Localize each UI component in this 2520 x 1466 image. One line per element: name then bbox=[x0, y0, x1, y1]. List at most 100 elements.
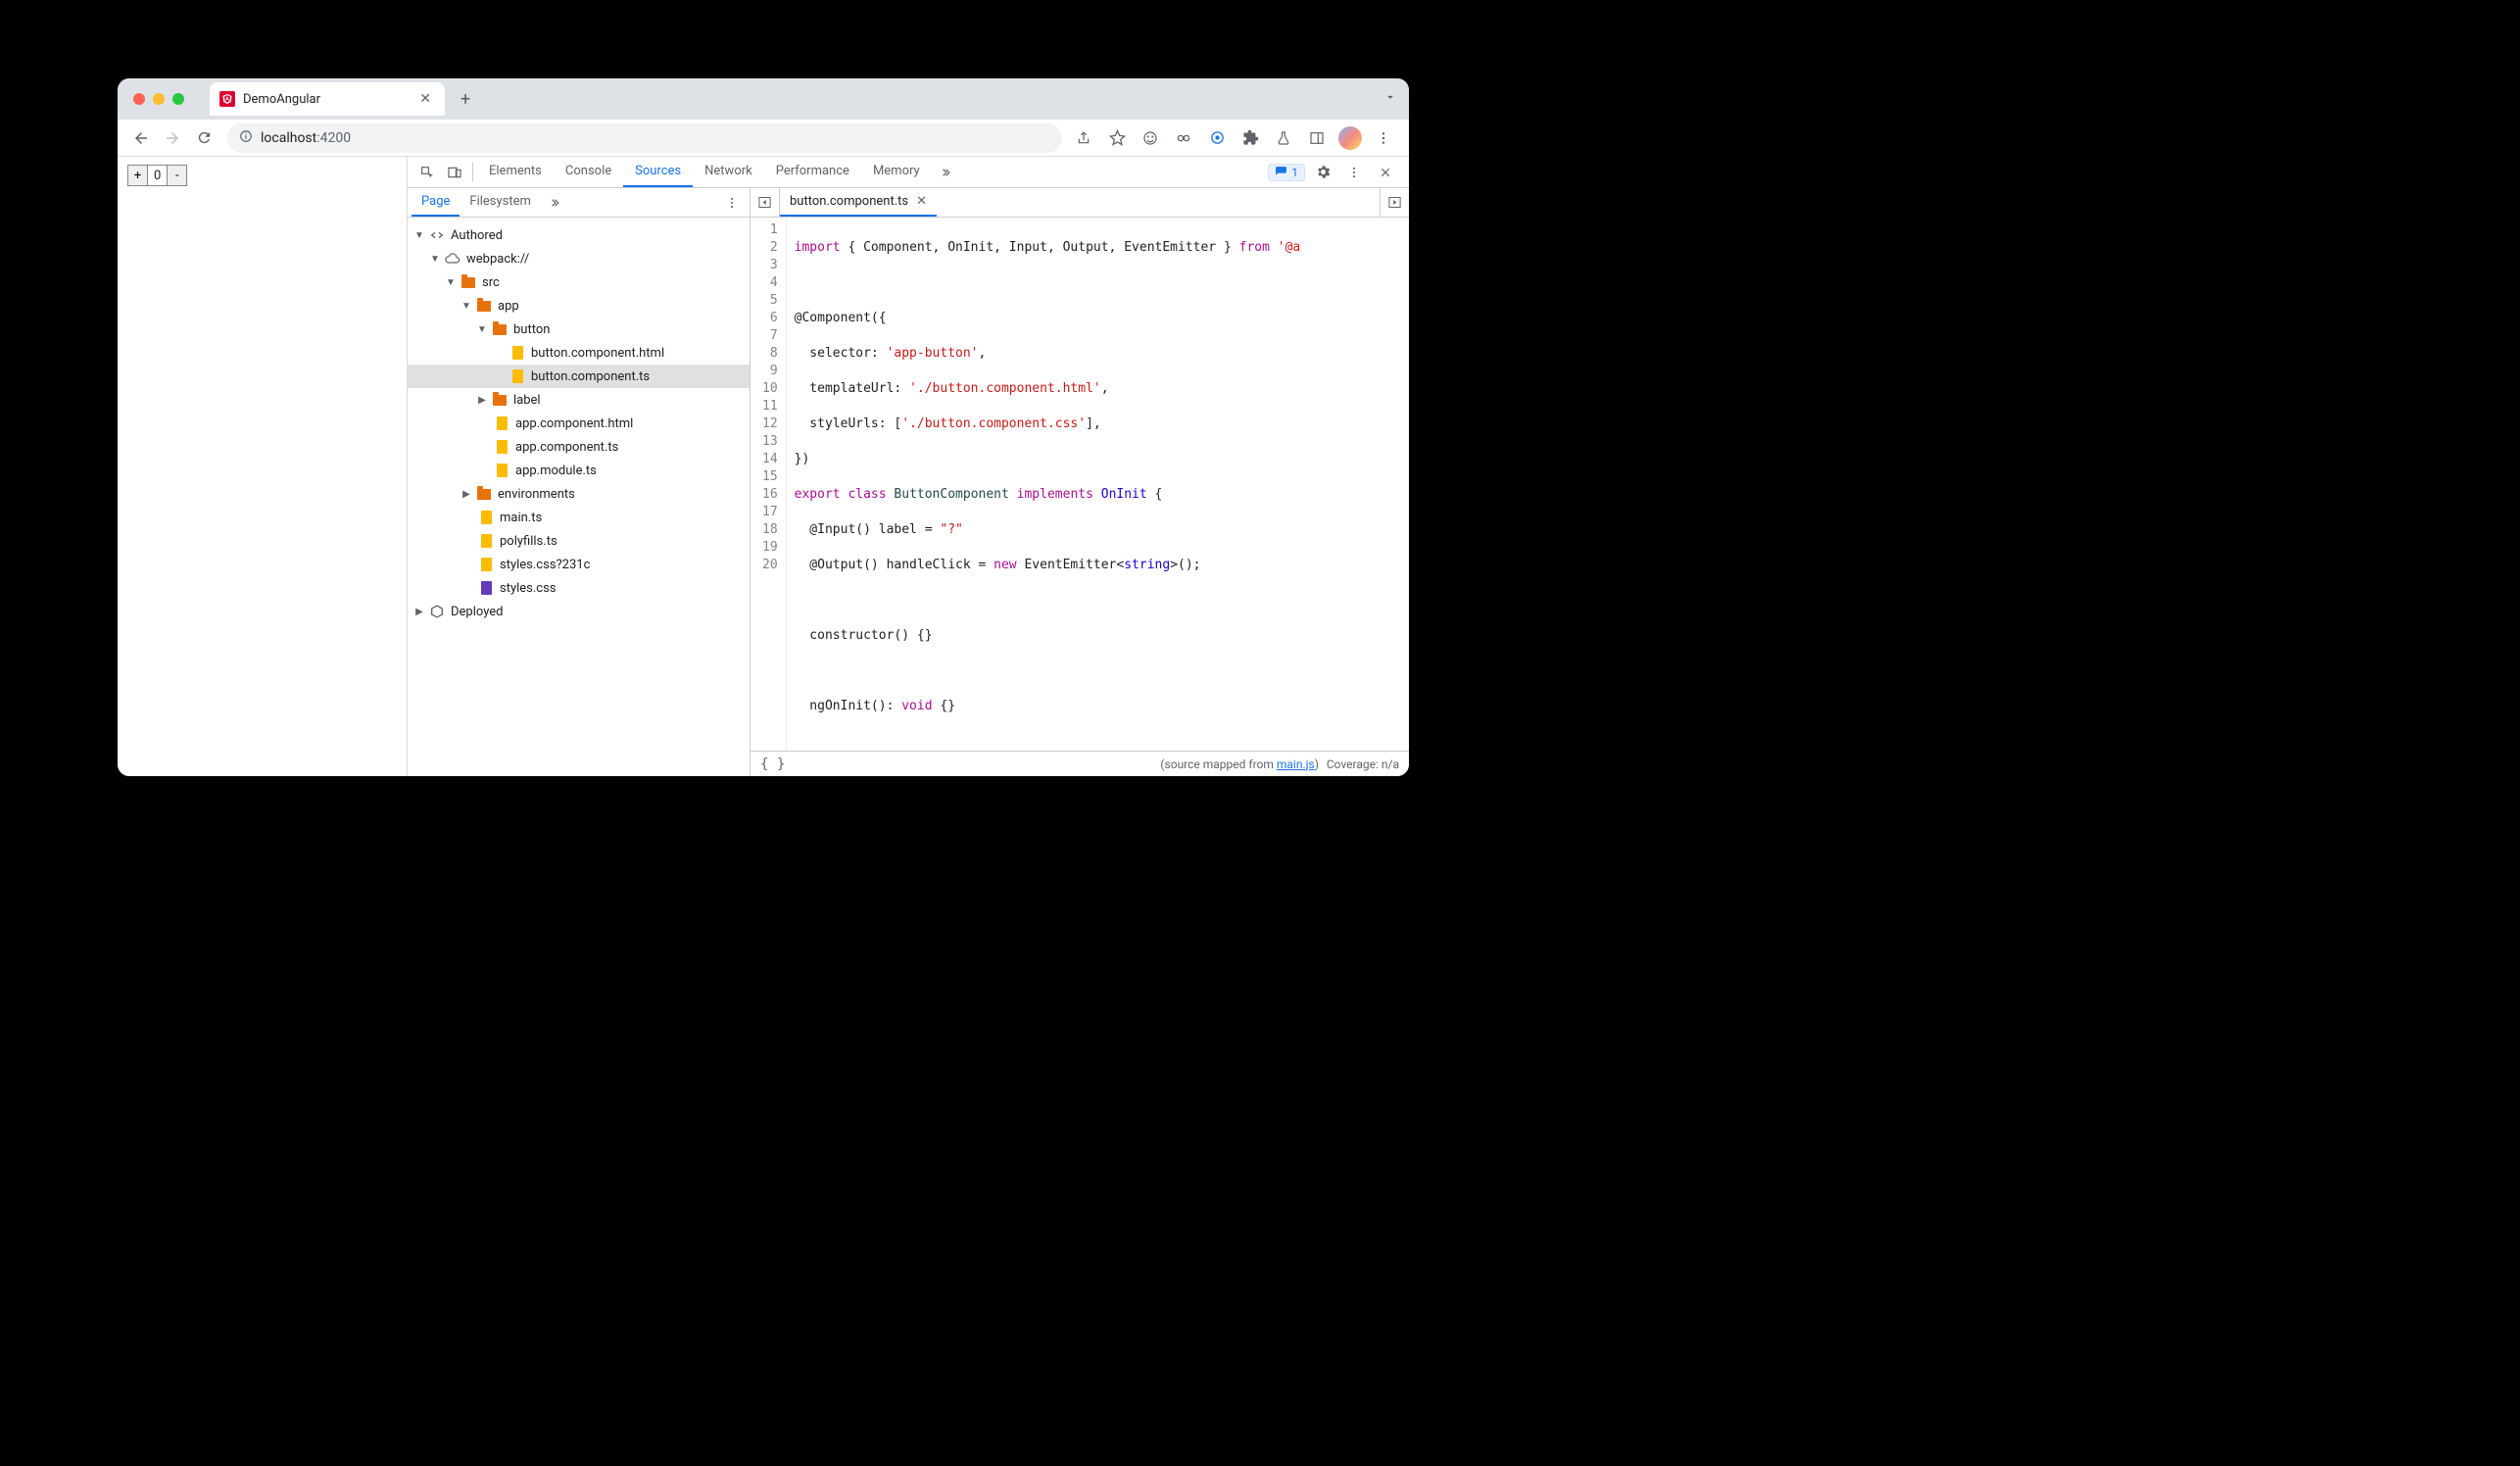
forward-button[interactable] bbox=[159, 124, 186, 152]
tree-environments[interactable]: ▶environments bbox=[408, 482, 750, 506]
inspect-element-icon[interactable] bbox=[413, 157, 441, 187]
issues-badge[interactable]: 1 bbox=[1268, 164, 1305, 181]
tree-file-button-ts[interactable]: button.component.ts bbox=[408, 365, 750, 388]
folder-icon bbox=[492, 321, 508, 337]
tab-close-button[interactable]: ✕ bbox=[415, 89, 435, 109]
new-tab-button[interactable]: + bbox=[451, 85, 480, 114]
source-map-link[interactable]: main.js bbox=[1277, 757, 1315, 771]
url-text: localhost:4200 bbox=[261, 130, 351, 146]
cloud-icon bbox=[445, 251, 460, 267]
folder-icon bbox=[460, 274, 476, 290]
tree-label: button.component.html bbox=[531, 346, 664, 361]
tree-file-styles-q[interactable]: styles.css?231c bbox=[408, 553, 750, 576]
tree-label: src bbox=[482, 275, 500, 290]
toolbar: localhost:4200 bbox=[118, 120, 1409, 157]
tree-file-main[interactable]: main.ts bbox=[408, 506, 750, 529]
navigator-menu-icon[interactable] bbox=[718, 188, 746, 217]
tab-strip: DemoAngular ✕ + bbox=[118, 78, 1409, 120]
line-gutter: 1234567891011121314151617181920 bbox=[751, 218, 787, 751]
extension-1-icon[interactable] bbox=[1139, 126, 1162, 150]
file-icon bbox=[509, 345, 525, 361]
sources-navigator: Page Filesystem ▼Authored ▼webpack:// ▼s… bbox=[408, 188, 751, 776]
tree-file-app-ts[interactable]: app.component.ts bbox=[408, 435, 750, 459]
tab-memory[interactable]: Memory bbox=[861, 157, 932, 187]
file-icon bbox=[509, 368, 525, 384]
counter-widget: + 0 - bbox=[127, 165, 187, 186]
labs-icon[interactable] bbox=[1272, 126, 1295, 150]
share-icon[interactable] bbox=[1072, 126, 1095, 150]
devtools: Elements Console Sources Network Perform… bbox=[408, 157, 1409, 776]
back-button[interactable] bbox=[127, 124, 155, 152]
tab-sources[interactable]: Sources bbox=[623, 157, 693, 187]
source-map-info: (source mapped from main.js) bbox=[1160, 757, 1318, 771]
editor-tab-close-icon[interactable]: ✕ bbox=[916, 194, 927, 209]
sidepanel-icon[interactable] bbox=[1305, 126, 1329, 150]
toggle-navigator-icon[interactable] bbox=[751, 188, 780, 217]
more-tabs-icon[interactable] bbox=[932, 157, 959, 187]
editor-tab-active[interactable]: button.component.ts ✕ bbox=[780, 188, 937, 217]
toggle-debugger-icon[interactable] bbox=[1380, 188, 1409, 217]
page-viewport: + 0 - bbox=[118, 157, 408, 776]
pretty-print-icon[interactable]: { } bbox=[760, 757, 785, 772]
editor-tab-title: button.component.ts bbox=[790, 194, 908, 209]
tree-authored[interactable]: ▼Authored bbox=[408, 223, 750, 247]
devtools-close-icon[interactable] bbox=[1372, 166, 1399, 179]
tree-label: app.component.ts bbox=[515, 440, 618, 455]
address-bar[interactable]: localhost:4200 bbox=[227, 123, 1062, 153]
profile-avatar[interactable] bbox=[1338, 126, 1362, 150]
tab-elements[interactable]: Elements bbox=[477, 157, 554, 187]
coverage-info: Coverage: n/a bbox=[1327, 757, 1399, 771]
tab-list-button[interactable] bbox=[1383, 90, 1397, 108]
tree-app[interactable]: ▼app bbox=[408, 294, 750, 318]
close-window-button[interactable] bbox=[133, 93, 145, 105]
tree-label: app.component.html bbox=[515, 416, 633, 431]
tab-console[interactable]: Console bbox=[554, 157, 623, 187]
code-editor[interactable]: 1234567891011121314151617181920 import {… bbox=[751, 218, 1409, 751]
extension-3-icon[interactable] bbox=[1205, 126, 1229, 150]
editor-tabstrip: button.component.ts ✕ bbox=[751, 188, 1409, 218]
tree-file-app-module[interactable]: app.module.ts bbox=[408, 459, 750, 482]
browser-tab[interactable]: DemoAngular ✕ bbox=[210, 82, 445, 116]
devtools-panel-tabs: Elements Console Sources Network Perform… bbox=[408, 157, 1409, 188]
tree-label: button.component.ts bbox=[531, 369, 650, 384]
reload-button[interactable] bbox=[190, 124, 218, 152]
folder-icon bbox=[492, 392, 508, 408]
tree-label: webpack:// bbox=[466, 252, 529, 267]
counter-minus-button[interactable]: - bbox=[167, 166, 186, 185]
tab-network[interactable]: Network bbox=[693, 157, 764, 187]
file-icon bbox=[478, 510, 494, 525]
tree-label: button bbox=[513, 322, 550, 337]
device-toolbar-icon[interactable] bbox=[441, 157, 468, 187]
devtools-menu-icon[interactable] bbox=[1340, 166, 1368, 179]
tree-label: styles.css bbox=[500, 581, 557, 596]
site-info-icon[interactable] bbox=[239, 129, 253, 147]
minimize-window-button[interactable] bbox=[153, 93, 165, 105]
tree-file-styles[interactable]: styles.css bbox=[408, 576, 750, 600]
tree-file-polyfills[interactable]: polyfills.ts bbox=[408, 529, 750, 553]
extension-2-icon[interactable] bbox=[1172, 126, 1195, 150]
file-icon bbox=[494, 439, 509, 455]
tree-webpack[interactable]: ▼webpack:// bbox=[408, 247, 750, 270]
tree-file-button-html[interactable]: button.component.html bbox=[408, 341, 750, 365]
tree-file-app-html[interactable]: app.component.html bbox=[408, 412, 750, 435]
devtools-settings-icon[interactable] bbox=[1309, 164, 1336, 180]
counter-value: 0 bbox=[148, 169, 167, 183]
devtools-body: Page Filesystem ▼Authored ▼webpack:// ▼s… bbox=[408, 188, 1409, 776]
tree-src[interactable]: ▼src bbox=[408, 270, 750, 294]
box-icon bbox=[429, 604, 445, 619]
tab-performance[interactable]: Performance bbox=[764, 157, 861, 187]
extensions-icon[interactable] bbox=[1238, 126, 1262, 150]
counter-plus-button[interactable]: + bbox=[128, 166, 148, 185]
navigator-tab-page[interactable]: Page bbox=[412, 188, 460, 217]
tree-button-folder[interactable]: ▼button bbox=[408, 318, 750, 341]
tree-deployed[interactable]: ▶Deployed bbox=[408, 600, 750, 623]
bookmark-icon[interactable] bbox=[1105, 126, 1129, 150]
tree-label: label bbox=[513, 393, 541, 408]
chrome-menu-icon[interactable] bbox=[1372, 126, 1395, 150]
file-tree: ▼Authored ▼webpack:// ▼src ▼app ▼button … bbox=[408, 218, 750, 776]
browser-window: DemoAngular ✕ + localhost:4200 bbox=[118, 78, 1409, 776]
tree-label-folder[interactable]: ▶label bbox=[408, 388, 750, 412]
maximize-window-button[interactable] bbox=[172, 93, 184, 105]
navigator-more-tabs-icon[interactable] bbox=[541, 188, 568, 217]
navigator-tab-filesystem[interactable]: Filesystem bbox=[460, 188, 541, 217]
